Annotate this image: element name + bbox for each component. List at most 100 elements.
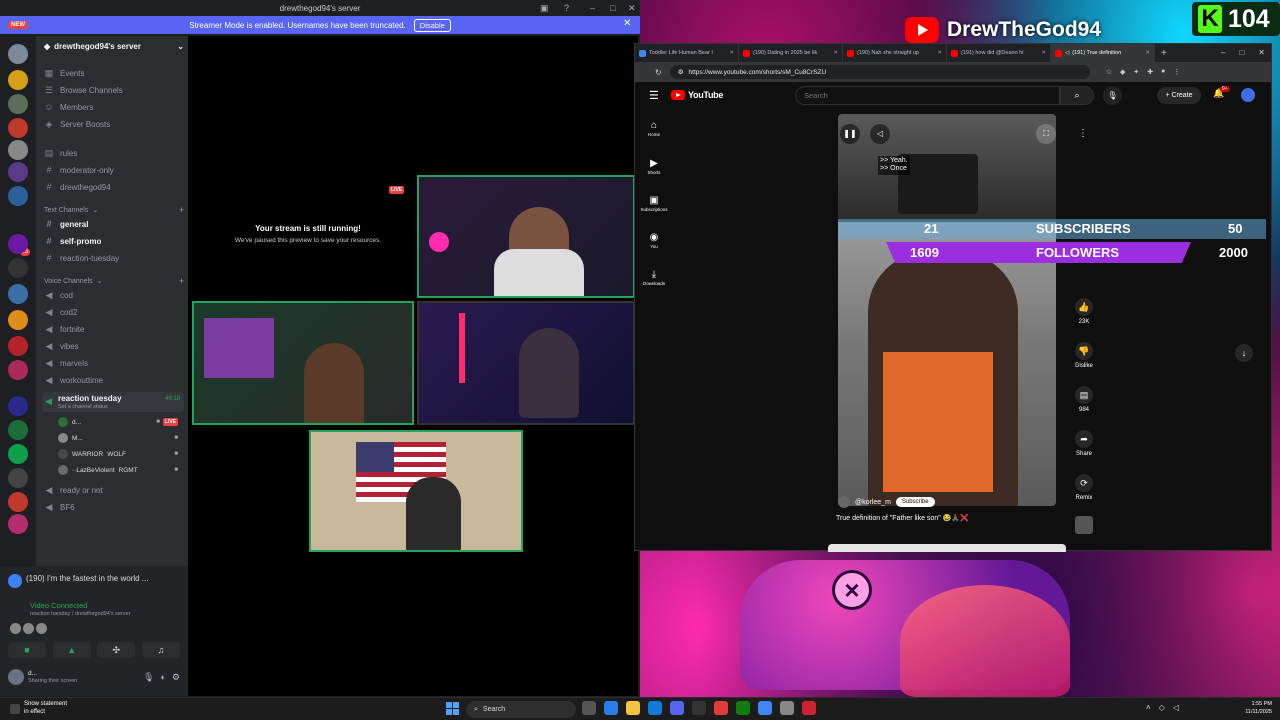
extension-icon[interactable]: ✦: [1133, 68, 1139, 76]
edge-icon[interactable]: [648, 701, 662, 715]
server-icon[interactable]: [8, 44, 28, 64]
search-input[interactable]: [795, 86, 1060, 105]
extension-icon[interactable]: ◆: [1120, 68, 1125, 76]
server-header[interactable]: ◆ drewthegod94's server ⌄: [44, 42, 184, 51]
activities-button[interactable]: ✣: [97, 642, 136, 658]
server-icon[interactable]: [8, 258, 28, 278]
events-item[interactable]: ▦ Events: [44, 66, 184, 80]
soundboard-button[interactable]: ♫: [141, 642, 180, 658]
close-tab-icon[interactable]: ✕: [1145, 50, 1150, 56]
voice-channel-marvels[interactable]: ◀ marvels: [44, 356, 184, 370]
short-video-player[interactable]: >> Yeah. >> Once ❚❚ ◁ ⛶: [838, 114, 1056, 506]
video-connected-label[interactable]: Video Connected: [30, 601, 87, 610]
voice-user[interactable]: d... ■ LIVE: [58, 415, 178, 429]
server-icon[interactable]: [8, 162, 28, 182]
pause-icon[interactable]: ❚❚: [840, 124, 860, 144]
obs-icon[interactable]: [692, 701, 706, 715]
text-channels-category[interactable]: Text Channels ⌄ +: [44, 204, 184, 216]
taskbar-search[interactable]: ⌕ Search: [466, 701, 576, 718]
server-icon[interactable]: [8, 140, 28, 160]
maximize-icon[interactable]: □: [1239, 48, 1244, 57]
profile-icon[interactable]: ●: [1161, 68, 1165, 76]
chevron-up-icon[interactable]: ˄: [1146, 703, 1151, 712]
close-icon[interactable]: ✕: [1258, 48, 1265, 57]
avatar[interactable]: [8, 669, 24, 685]
disable-streamer-mode-button[interactable]: Disable: [413, 18, 451, 32]
app-icon[interactable]: [714, 701, 728, 715]
channel-avatar[interactable]: [838, 496, 850, 508]
hamburger-menu-icon[interactable]: ☰: [649, 89, 659, 102]
browser-tab[interactable]: Toddler Life Human Bear I ✕: [635, 44, 739, 62]
screen-share-button[interactable]: ▲: [52, 642, 91, 658]
video-tile[interactable]: [417, 301, 635, 425]
more-options-icon[interactable]: ⋮: [1078, 128, 1088, 139]
discord-icon[interactable]: [670, 701, 684, 715]
voice-channel-fortnite[interactable]: ◀ fortnite: [44, 322, 184, 336]
fullscreen-icon[interactable]: ⛶: [1036, 124, 1056, 144]
like-button[interactable]: 👍 23K: [1069, 298, 1099, 325]
channel-rules[interactable]: ▤ rules: [44, 146, 184, 160]
next-short-preview[interactable]: [828, 544, 1066, 552]
youtube-home-logo[interactable]: YouTube: [671, 90, 723, 100]
channel-drewthegod94[interactable]: # drewthegod94: [44, 180, 184, 194]
channel-status[interactable]: Set a channel status: [58, 404, 108, 410]
gear-icon[interactable]: ⚙: [172, 672, 180, 683]
voice-channel-workouttime[interactable]: ◀ workouttime: [44, 373, 184, 387]
browser-tab[interactable]: (190) Nah she straight up ✕: [843, 44, 947, 62]
headphones-icon[interactable]: ◐: [160, 672, 165, 683]
video-tile[interactable]: [417, 175, 635, 298]
channel-name[interactable]: @korlee_m: [855, 499, 891, 506]
steam-icon[interactable]: [780, 701, 794, 715]
add-channel-icon[interactable]: +: [179, 276, 184, 286]
minimize-icon[interactable]: –: [590, 3, 595, 13]
new-tab-icon[interactable]: +: [1161, 48, 1167, 59]
channel-self-promo[interactable]: # self-promo: [44, 234, 184, 248]
server-icon[interactable]: [8, 468, 28, 488]
members-item[interactable]: ☺ Members: [44, 100, 184, 114]
server-icon[interactable]: [8, 336, 28, 356]
app-icon[interactable]: [802, 701, 816, 715]
server-icon[interactable]: [8, 186, 28, 206]
extensions-puzzle-icon[interactable]: ✚: [1147, 68, 1153, 76]
clock[interactable]: 1:55 PM 11/11/2025: [1238, 701, 1272, 716]
browser-tab-active[interactable]: ◁ (191) True definition ✕: [1051, 44, 1155, 62]
inbox-icon[interactable]: ▣: [540, 3, 549, 14]
sound-thumbnail[interactable]: [1069, 516, 1099, 534]
voice-channel-cod[interactable]: ◀ cod: [44, 288, 184, 302]
sidebar-item-subscriptions[interactable]: ▣ Subscriptions: [635, 195, 673, 212]
address-bar[interactable]: ⚙ https://www.youtube.com/shorts/sM_Cu8Cr…: [669, 65, 1090, 79]
xbox-icon[interactable]: [736, 701, 750, 715]
voice-channels-category[interactable]: Voice Channels ⌄ +: [44, 275, 184, 287]
task-view-icon[interactable]: [582, 701, 596, 715]
channel-general[interactable]: # general: [44, 217, 184, 231]
browser-tab[interactable]: (190) Dating in 2025 be lik ✕: [739, 44, 843, 62]
server-boosts-item[interactable]: ◈ Server Boosts: [44, 117, 184, 131]
weather-widget[interactable]: Snow statement in effect: [10, 701, 67, 717]
close-icon[interactable]: ✕: [628, 3, 636, 14]
add-channel-icon[interactable]: +: [179, 205, 184, 215]
reload-icon[interactable]: ↻: [655, 68, 662, 77]
speaker-icon[interactable]: ◁: [1065, 50, 1069, 56]
sidebar-item-home[interactable]: ⌂ Home: [635, 120, 673, 137]
chrome-icon[interactable]: [758, 701, 772, 715]
widgets-icon[interactable]: [604, 701, 618, 715]
sidebar-item-downloads[interactable]: ⤓ Downloads: [635, 269, 673, 286]
server-icon[interactable]: [8, 284, 28, 304]
streamer-bar-close-icon[interactable]: ✕: [623, 18, 631, 29]
subscribe-button[interactable]: Subscribe: [895, 497, 935, 507]
microphone-icon[interactable]: 🎙: [143, 672, 154, 683]
voice-channel-bf6[interactable]: ◀ BF6: [44, 500, 184, 514]
search-icon[interactable]: ⌕: [1060, 86, 1094, 105]
next-short-arrow-icon[interactable]: ↓: [1235, 344, 1253, 362]
channel-moderator-only[interactable]: # moderator-only: [44, 163, 184, 177]
sidebar-item-you[interactable]: ◉ You: [635, 232, 673, 249]
bookmark-icon[interactable]: ☆: [1106, 68, 1112, 76]
server-icon[interactable]: [8, 360, 28, 380]
share-button[interactable]: ➦ Share: [1069, 430, 1099, 457]
close-tab-icon[interactable]: ✕: [729, 50, 734, 56]
volume-icon[interactable]: ◁: [1173, 703, 1179, 712]
server-icon[interactable]: [8, 396, 28, 416]
browse-channels-item[interactable]: ☰ Browse Channels: [44, 83, 184, 97]
account-avatar[interactable]: [1241, 88, 1255, 102]
sidebar-item-shorts[interactable]: ▶ Shorts: [635, 158, 673, 175]
